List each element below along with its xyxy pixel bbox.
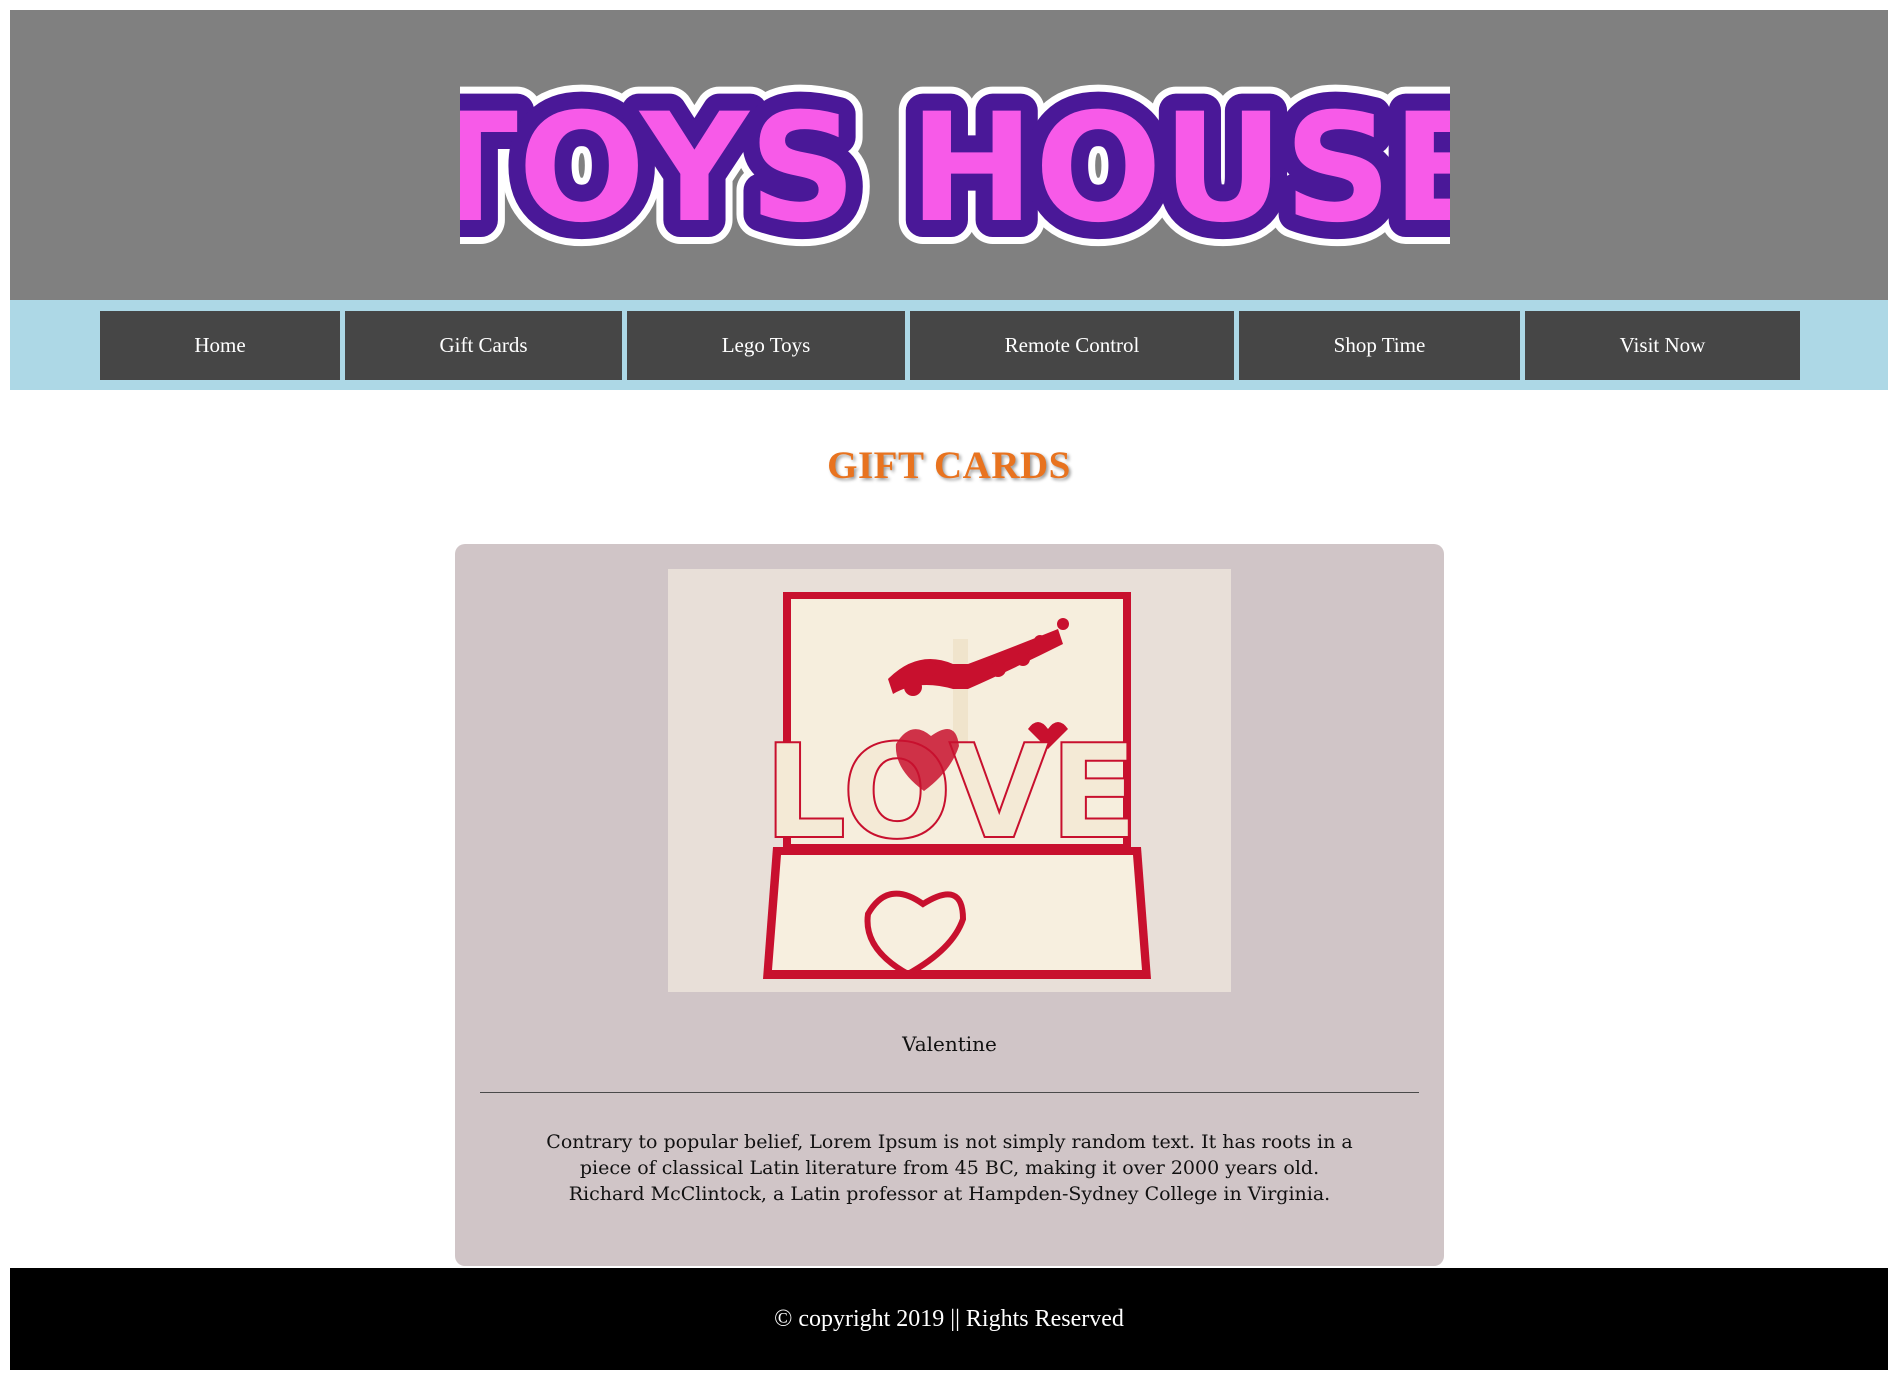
main-nav: Home Gift Cards Lego Toys Remote Control… [10, 300, 1888, 390]
page: TOYS HOUSE TOYS HOUSE TOYS HOUSE Home Gi… [0, 0, 1898, 1380]
logo-text: TOYS HOUSE [460, 82, 1450, 256]
nav-item-home[interactable]: Home [100, 311, 340, 380]
site-footer: © copyright 2019 || Rights Reserved [10, 1268, 1888, 1370]
card-divider [480, 1092, 1419, 1093]
toys-house-logo[interactable]: TOYS HOUSE TOYS HOUSE TOYS HOUSE [460, 70, 1450, 270]
nav-item-remote-control[interactable]: Remote Control [910, 311, 1234, 380]
gift-card-item: LOVE Valentine Contrary to popular belie… [455, 544, 1444, 1266]
valentine-card-image[interactable]: LOVE [668, 569, 1231, 992]
card-title: Valentine [902, 1032, 997, 1056]
nav-item-visit-now[interactable]: Visit Now [1525, 311, 1800, 380]
page-title: GIFT CARDS [827, 444, 1071, 487]
site-header: TOYS HOUSE TOYS HOUSE TOYS HOUSE [10, 10, 1888, 300]
card-description: Contrary to popular belief, Lorem Ipsum … [546, 1131, 1353, 1205]
copyright-text: © copyright 2019 || Rights Reserved [774, 1305, 1124, 1332]
nav-item-shop-time[interactable]: Shop Time [1239, 311, 1520, 380]
nav-item-gift-cards[interactable]: Gift Cards [345, 311, 622, 380]
nav-item-lego-toys[interactable]: Lego Toys [627, 311, 905, 380]
